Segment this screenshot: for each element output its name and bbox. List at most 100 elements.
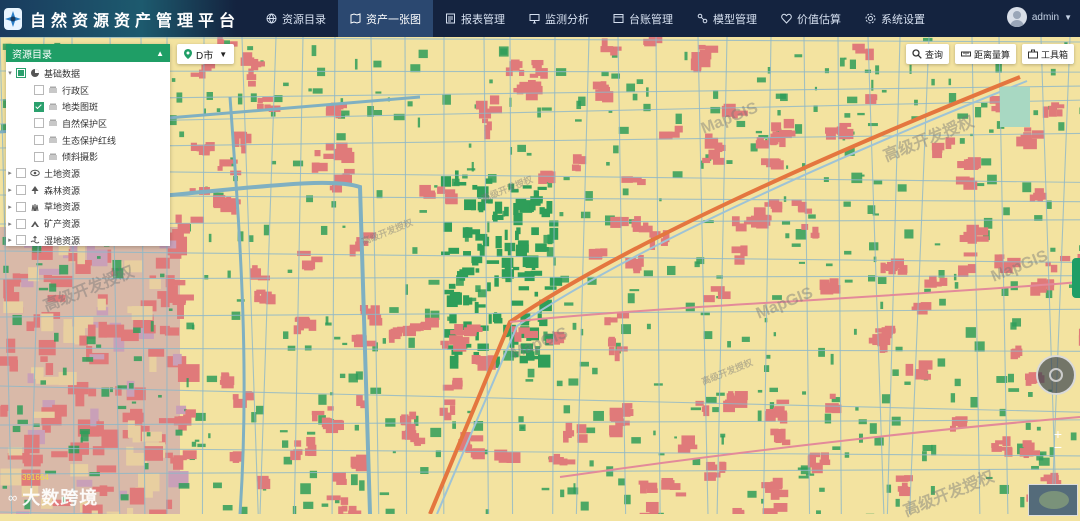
layer-checkbox[interactable] (16, 202, 26, 212)
nav-item-4[interactable]: 台账管理 (601, 0, 685, 37)
nav-item-6[interactable]: 价值估算 (769, 0, 853, 37)
village-building (773, 478, 783, 489)
forest-patch (887, 485, 891, 493)
village-building (919, 360, 933, 369)
layer-checkbox[interactable] (34, 102, 44, 112)
village-building (628, 177, 642, 182)
caret-right-icon[interactable]: ▸ (6, 220, 14, 228)
village-building (915, 372, 928, 379)
forest-patch (808, 214, 816, 218)
layer-checkbox[interactable] (16, 219, 26, 229)
forest-patch (40, 380, 46, 384)
tree-item-label[interactable]: 倾斜摄影 (62, 150, 98, 163)
village-building (774, 503, 788, 512)
tree-item-label[interactable]: 自然保护区 (62, 117, 107, 130)
village-building (178, 223, 190, 233)
nav-item-label[interactable]: 资源目录 (282, 11, 326, 27)
caret-right-icon[interactable]: ▸ (6, 203, 14, 211)
zoom-control[interactable]: + − (1050, 428, 1066, 456)
user-menu[interactable]: admin ▼ (1007, 7, 1072, 27)
village-building (424, 325, 431, 330)
tree-item[interactable]: 地类图斑 (6, 98, 170, 115)
side-panel-toggle[interactable] (1072, 258, 1080, 298)
caret-right-icon[interactable]: ▸ (6, 236, 14, 244)
tree-item[interactable]: ▸ 矿产资源 (6, 215, 170, 232)
tree-item[interactable]: 生态保护红线 (6, 132, 170, 149)
caret-down-icon[interactable]: ▼ (1064, 13, 1072, 22)
caret-right-icon[interactable]: ▸ (6, 169, 14, 177)
layer-checkbox[interactable] (16, 168, 26, 178)
tree-item[interactable]: 行政区 (6, 82, 170, 99)
village-building (906, 364, 914, 376)
nav-item-5[interactable]: 模型管理 (685, 0, 769, 37)
tree-item-label[interactable]: 土地资源 (44, 167, 80, 180)
nav-item-0[interactable]: 资源目录 (254, 0, 338, 37)
village-building (519, 70, 524, 76)
layer-checkbox[interactable] (34, 85, 44, 95)
layer-checkbox[interactable] (34, 118, 44, 128)
collapse-icon[interactable]: ▲ (156, 49, 164, 58)
urban-block (97, 465, 116, 472)
nav-item-label[interactable]: 价值估算 (797, 11, 841, 27)
village-building (311, 257, 322, 263)
city-select-value[interactable]: D市 (196, 47, 213, 62)
toolbox-label[interactable]: 工具箱 (1041, 48, 1068, 61)
forest-patch (504, 207, 509, 216)
panel-header[interactable]: 资源目录 ▲ (6, 44, 170, 62)
layer-checkbox[interactable] (34, 135, 44, 145)
compass-control[interactable] (1036, 355, 1076, 395)
nav-item-2[interactable]: 报表管理 (433, 0, 517, 37)
caret-right-icon[interactable]: ▸ (6, 186, 14, 194)
grass-icon (30, 202, 40, 212)
overview-minimap[interactable] (1028, 484, 1078, 516)
tree-item[interactable]: ▸ 湿地资源 (6, 232, 170, 249)
tree-item[interactable]: ▸ 草地资源 (6, 199, 170, 216)
tree-item[interactable]: 自然保护区 (6, 115, 170, 132)
nav-item-label[interactable]: 模型管理 (713, 11, 757, 27)
zoom-out-icon[interactable]: − (1050, 441, 1066, 454)
nav-item-label[interactable]: 报表管理 (461, 11, 505, 27)
user-name[interactable]: admin (1032, 12, 1059, 23)
nav-item-label[interactable]: 系统设置 (881, 11, 925, 27)
tree-item[interactable]: ▸ 森林资源 (6, 182, 170, 199)
layer-checkbox[interactable] (16, 185, 26, 195)
measure-distance-button[interactable]: 距离量算 (955, 44, 1016, 64)
globe-icon (266, 13, 277, 24)
village-building (327, 495, 341, 500)
forest-patch (386, 509, 395, 514)
urban-block (101, 430, 118, 448)
tree-item-label[interactable]: 矿产资源 (44, 217, 80, 230)
nav-item-label[interactable]: 资产一张图 (366, 11, 421, 27)
caret-down-icon[interactable]: ▼ (219, 50, 227, 59)
urban-block (149, 510, 167, 514)
tree-item-label[interactable]: 生态保护红线 (62, 134, 116, 147)
nav-item-1[interactable]: 资产一张图 (338, 0, 433, 37)
nav-item-7[interactable]: 系统设置 (853, 0, 937, 37)
measure-distance-label[interactable]: 距离量算 (974, 48, 1010, 61)
nav-item-3[interactable]: 监测分析 (517, 0, 601, 37)
village-building (167, 285, 178, 295)
toolbox-button[interactable]: 工具箱 (1022, 44, 1074, 64)
tree-item-label[interactable]: 地类图斑 (62, 100, 98, 113)
tree-item-label[interactable]: 湿地资源 (44, 234, 80, 247)
layer-checkbox[interactable] (16, 235, 26, 245)
tree-item-label[interactable]: 草地资源 (44, 200, 80, 213)
tree-item-label[interactable]: 森林资源 (44, 184, 80, 197)
avatar[interactable] (1007, 7, 1027, 27)
layer-checkbox[interactable] (34, 152, 44, 162)
query-button[interactable]: 查询 (906, 44, 949, 64)
tree-item[interactable]: ▾ 基础数据 (6, 65, 170, 82)
village-building (258, 98, 263, 104)
nav-item-label[interactable]: 监测分析 (545, 11, 589, 27)
tree-item[interactable]: ▸ 土地资源 (6, 165, 170, 182)
village-building (511, 60, 520, 71)
forest-patch (628, 293, 635, 303)
nav-item-label[interactable]: 台账管理 (629, 11, 673, 27)
caret-down-icon[interactable]: ▾ (6, 69, 14, 77)
layer-checkbox[interactable] (16, 68, 26, 78)
tree-item-label[interactable]: 基础数据 (44, 67, 80, 80)
tree-item[interactable]: 倾斜摄影 (6, 148, 170, 165)
tree-item-label[interactable]: 行政区 (62, 84, 89, 97)
query-label[interactable]: 查询 (925, 48, 943, 61)
city-select[interactable]: D市 ▼ (177, 44, 234, 64)
